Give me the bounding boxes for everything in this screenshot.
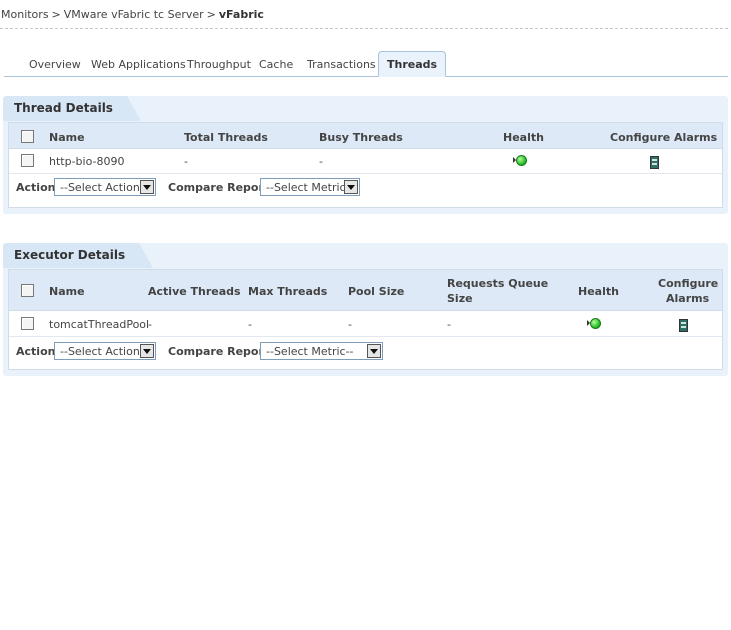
executor-details-table: Name Active Threads Max Threads Pool Siz… xyxy=(8,269,723,370)
chevron-down-icon[interactable] xyxy=(367,344,381,358)
row-max-threads: - xyxy=(248,318,252,331)
action-select[interactable]: --Select Action-- xyxy=(54,342,156,360)
breadcrumb-tc-server[interactable]: VMware vFabric tc Server xyxy=(64,8,204,21)
row-active-threads: - xyxy=(148,318,152,331)
col-health: Health xyxy=(578,285,619,298)
action-select[interactable]: --Select Action-- xyxy=(54,178,156,196)
row-name-link[interactable]: tomcatThreadPool xyxy=(49,318,149,331)
col-busy-threads: Busy Threads xyxy=(319,131,403,144)
breadcrumb: Monitors > VMware vFabric tc Server > vFabri… xyxy=(1,8,264,21)
chevron-down-icon[interactable] xyxy=(140,344,154,358)
tab-web-applications[interactable]: Web Applications xyxy=(91,52,186,76)
row-busy-threads: - xyxy=(319,155,323,168)
action-label: Action xyxy=(16,345,56,358)
select-all-checkbox[interactable] xyxy=(21,130,34,143)
tab-transactions[interactable]: Transactions xyxy=(307,52,376,76)
tab-threads[interactable]: Threads xyxy=(378,51,447,77)
action-select-value: --Select Action-- xyxy=(60,345,148,358)
breadcrumb-separator: > xyxy=(206,8,216,21)
metric-select[interactable]: --Select Metric-- xyxy=(260,342,383,360)
col-active-threads: Active Threads xyxy=(148,285,241,298)
breadcrumb-monitors[interactable]: Monitors xyxy=(1,8,49,21)
col-max-threads: Max Threads xyxy=(248,285,328,298)
action-label: Action xyxy=(16,181,56,194)
executor-details-title: Executor Details xyxy=(3,243,154,268)
col-name: Name xyxy=(49,285,85,298)
metric-select-value: --Select Metric-- xyxy=(266,345,354,358)
health-green-icon[interactable] xyxy=(513,155,527,166)
col-configure-alarms: Configure Alarms xyxy=(610,131,718,144)
table-header: Name Active Threads Max Threads Pool Siz… xyxy=(9,270,722,311)
table-header: Name Total Threads Busy Threads Health C… xyxy=(9,123,722,149)
health-green-icon[interactable] xyxy=(587,318,601,329)
row-checkbox[interactable] xyxy=(21,317,34,330)
row-queue-size: - xyxy=(447,318,451,331)
breadcrumb-separator: > xyxy=(51,8,61,21)
col-alarms: Alarms xyxy=(666,292,710,305)
row-pool-size: - xyxy=(348,318,352,331)
metric-select[interactable]: --Select Metric-- xyxy=(260,178,360,196)
row-checkbox[interactable] xyxy=(21,154,34,167)
col-pool-size: Pool Size xyxy=(348,285,405,298)
configure-alarm-icon[interactable] xyxy=(650,156,659,169)
action-select-value: --Select Action-- xyxy=(60,181,148,194)
row-total-threads: - xyxy=(184,155,188,168)
row-name-link[interactable]: http-bio-8090 xyxy=(49,155,125,168)
tab-overview[interactable]: Overview xyxy=(29,52,81,76)
metric-select-value: --Select Metric-- xyxy=(266,181,354,194)
col-requests-queue: Requests Queue xyxy=(447,277,549,290)
tab-cache[interactable]: Cache xyxy=(259,52,293,76)
col-requests-queue-size: Size xyxy=(447,292,473,305)
col-name: Name xyxy=(49,131,85,144)
table-row: tomcatThreadPool - - - - xyxy=(9,311,722,337)
divider xyxy=(0,28,728,29)
configure-alarm-icon[interactable] xyxy=(679,319,688,332)
chevron-down-icon[interactable] xyxy=(344,180,358,194)
table-row: http-bio-8090 - - xyxy=(9,149,722,174)
breadcrumb-current: vFabric xyxy=(218,8,264,21)
executor-details-panel: Executor Details Name Active Threads Max… xyxy=(3,243,728,376)
thread-details-table: Name Total Threads Busy Threads Health C… xyxy=(8,122,723,208)
tab-throughput[interactable]: Throughput xyxy=(187,52,251,76)
col-configure: Configure xyxy=(658,277,719,290)
thread-details-title: Thread Details xyxy=(3,96,141,121)
thread-details-panel: Thread Details Name Total Threads Busy T… xyxy=(3,96,728,214)
col-total-threads: Total Threads xyxy=(184,131,268,144)
col-health: Health xyxy=(503,131,544,144)
select-all-checkbox[interactable] xyxy=(21,284,34,297)
tab-bar: Overview Web Applications Throughput Cac… xyxy=(4,51,728,77)
chevron-down-icon[interactable] xyxy=(140,180,154,194)
